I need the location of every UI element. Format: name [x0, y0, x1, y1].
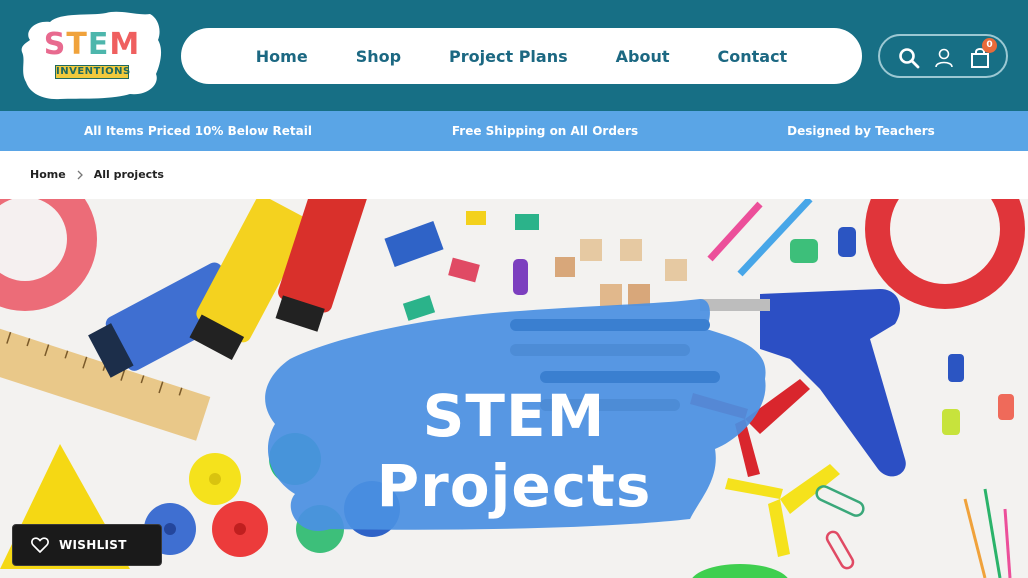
user-icon[interactable] — [932, 46, 956, 70]
breadcrumb-current: All projects — [93, 168, 164, 181]
site-header: STEM INVENTIONS Home Shop Project Plans … — [0, 0, 1028, 111]
cart-count-badge: 0 — [982, 38, 997, 53]
heart-icon — [31, 537, 49, 553]
chevron-right-icon — [76, 170, 84, 180]
nav-contact[interactable]: Contact — [718, 47, 788, 66]
hero-title: STEM Projects — [314, 381, 714, 521]
wishlist-label: WISHLIST — [59, 538, 127, 552]
nav-project-plans[interactable]: Project Plans — [449, 47, 568, 66]
promo-shipping: Free Shipping on All Orders — [451, 124, 639, 138]
logo-tagline: INVENTIONS — [55, 65, 131, 79]
search-icon[interactable] — [897, 46, 921, 70]
logo-letter: E — [87, 27, 110, 62]
nav-home[interactable]: Home — [256, 47, 308, 66]
logo-wordmark: STEM — [20, 30, 164, 60]
wishlist-button[interactable]: WISHLIST — [12, 524, 162, 566]
logo-letter: T — [66, 27, 88, 62]
promo-bar: All Items Priced 10% Below Retail Free S… — [0, 111, 1028, 151]
logo-letter: M — [109, 27, 141, 62]
promo-teachers: Designed by Teachers — [787, 124, 935, 138]
logo-letter: S — [43, 27, 67, 62]
hero-title-line2: Projects — [376, 452, 652, 520]
promo-price: All Items Priced 10% Below Retail — [84, 124, 312, 138]
breadcrumb-home[interactable]: Home — [30, 168, 66, 181]
breadcrumb: Home All projects — [30, 151, 164, 198]
hero-title-line1: STEM — [422, 382, 606, 450]
nav-about[interactable]: About — [616, 47, 670, 66]
main-nav: Home Shop Project Plans About Contact — [181, 28, 862, 84]
logo[interactable]: STEM INVENTIONS — [20, 10, 164, 100]
nav-shop[interactable]: Shop — [356, 47, 401, 66]
hero-banner: STEM Projects — [0, 199, 1028, 578]
